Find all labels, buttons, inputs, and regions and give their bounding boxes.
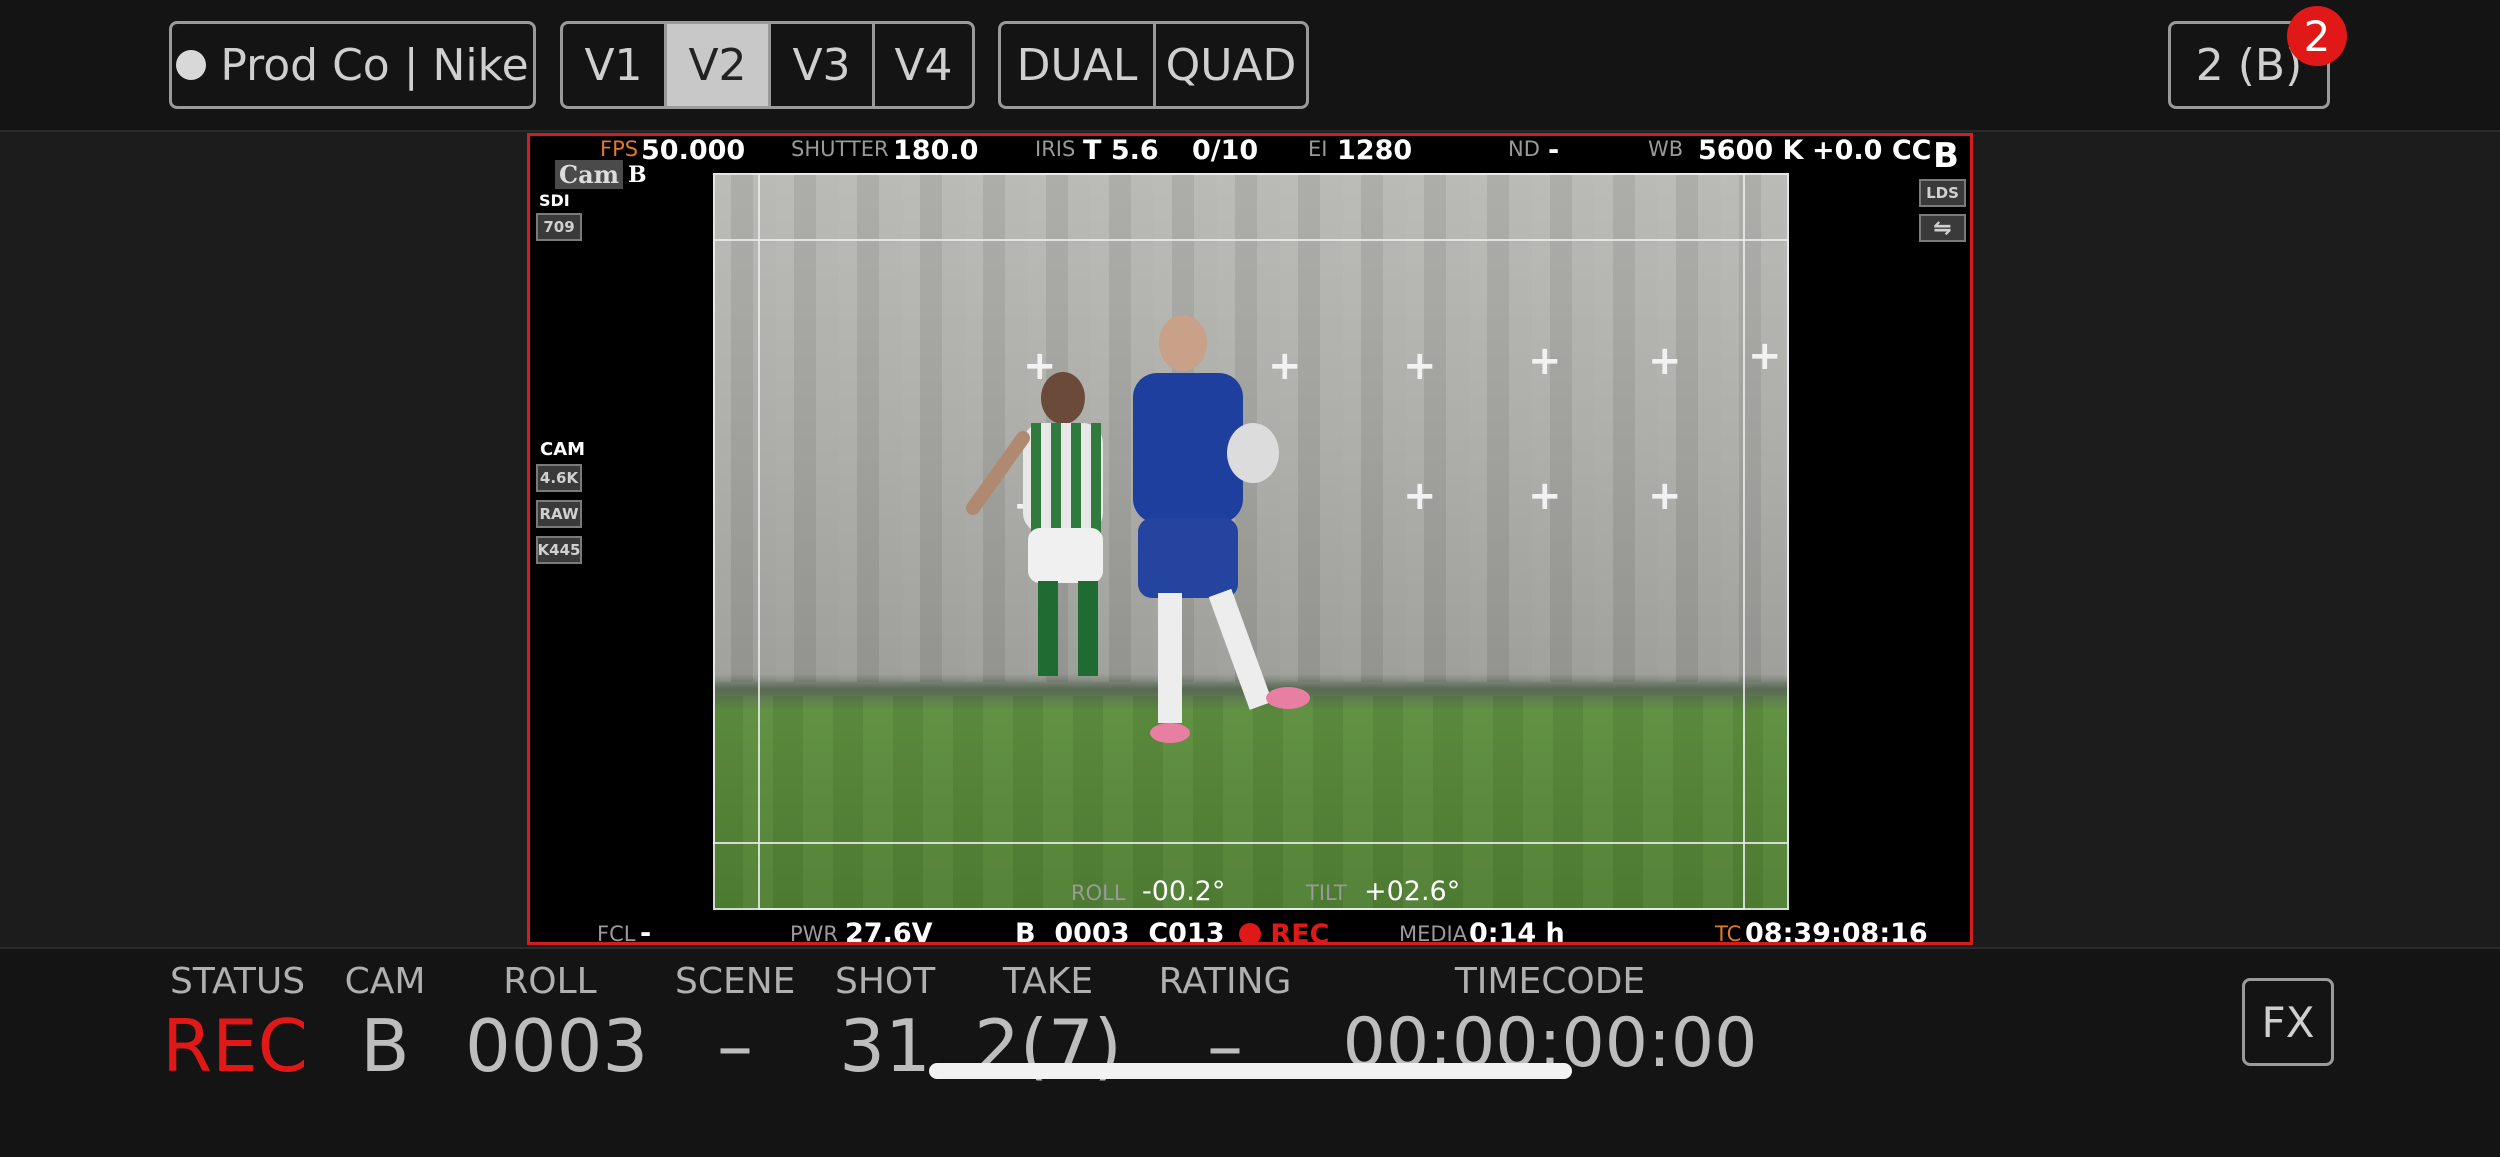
top-bar: Prod Co | Nike V1 V2 V3 V4 DUAL QUAD 2 (…: [0, 0, 2500, 132]
nd-value: -: [1548, 135, 1560, 166]
layout-dual-button[interactable]: DUAL: [1001, 24, 1156, 106]
shot-label: SHOT: [835, 961, 936, 1002]
lds-tag: LDS: [1919, 179, 1966, 207]
fps-value: 50.000: [641, 135, 746, 166]
rating-label: RATING: [1158, 961, 1292, 1002]
pwr-label: PWR: [790, 922, 839, 945]
tc-value: 08:39:08:16: [1745, 918, 1928, 945]
fx-button[interactable]: FX: [2242, 978, 2334, 1066]
roll-value: -00.2°: [1142, 876, 1226, 907]
shot-value[interactable]: 31: [835, 1004, 935, 1088]
resolution-tag: 4.6K: [536, 464, 582, 492]
fcl-value: -: [640, 918, 652, 945]
iris-label: IRIS: [1035, 137, 1076, 161]
notification-badge: 2: [2287, 6, 2347, 66]
cam-label: CAM: [540, 439, 586, 460]
clip-name: B 0003 C013: [1015, 918, 1225, 945]
cc-value: +0.0 CC: [1812, 135, 1932, 166]
slate-bar: STATUS REC CAM B ROLL 0003 SCENE – SHOT …: [0, 947, 2500, 1157]
tc-label: TC: [1715, 922, 1742, 945]
camera-monitor[interactable]: + + + + + + + + + +: [527, 133, 1973, 945]
layout-quad-button[interactable]: QUAD: [1156, 24, 1306, 106]
status-label: STATUS: [170, 961, 306, 1002]
layout-selector: DUAL QUAD: [998, 21, 1309, 109]
media-value: 0:14 h: [1469, 918, 1565, 945]
wb-label: WB: [1648, 137, 1684, 161]
media-label: MEDIA: [1399, 922, 1468, 945]
sdi-label: SDI: [539, 191, 570, 210]
fcl-label: FCL: [597, 922, 636, 945]
lds-label: LDS: [1926, 184, 1959, 202]
timecode-label: TIMECODE: [1454, 961, 1646, 1002]
take-label: TAKE: [1002, 961, 1094, 1002]
iris-value: T 5.6: [1083, 135, 1159, 166]
camera-name-box: Cam: [555, 160, 624, 189]
roll-label: ROLL: [1071, 881, 1126, 905]
fps-label: FPS: [600, 137, 639, 161]
view-v3-button[interactable]: V3: [771, 24, 875, 106]
view-selector: V1 V2 V3 V4: [560, 21, 975, 109]
camera-select-label: 2 (B): [2195, 39, 2303, 91]
usb-icon: ⇋: [1919, 214, 1966, 242]
tilt-label: TILT: [1306, 881, 1347, 905]
frame-guide-vertical: [758, 173, 1745, 910]
camera-name: Cam: [559, 160, 620, 189]
camera-name-letter: B: [628, 162, 647, 188]
cam-label: CAM: [344, 961, 426, 1002]
nd-label: ND: [1508, 137, 1540, 161]
iris-fraction: 0/10: [1192, 135, 1259, 166]
home-indicator[interactable]: [929, 1063, 1572, 1079]
rec-label: REC: [1270, 919, 1330, 945]
status-dot-icon: [176, 50, 207, 80]
tilt-value: +02.6°: [1364, 876, 1461, 907]
view-v1-button[interactable]: V1: [563, 24, 667, 106]
rec-dot-icon: [1239, 923, 1261, 942]
fx-label: FX: [2261, 997, 2315, 1047]
project-name: Prod Co | Nike: [220, 39, 529, 91]
wb-value: 5600 K: [1698, 135, 1804, 166]
camera-letter: B: [1933, 136, 1959, 176]
rec-indicator: REC: [1239, 919, 1330, 945]
roll-label: ROLL: [503, 961, 597, 1002]
camera-model-tag: K445: [536, 536, 582, 564]
view-v2-button[interactable]: V2: [667, 24, 771, 106]
status-value: REC: [162, 1004, 308, 1088]
roll-value[interactable]: 0003: [465, 1004, 648, 1088]
view-v4-button[interactable]: V4: [875, 24, 972, 106]
project-button[interactable]: Prod Co | Nike: [169, 21, 536, 109]
ei-label: EI: [1308, 137, 1328, 161]
scene-value[interactable]: –: [675, 1004, 795, 1088]
pwr-value: 27.6V: [845, 918, 933, 945]
codec-tag: RAW: [536, 500, 582, 528]
shutter-label: SHUTTER: [791, 137, 889, 161]
scene-label: SCENE: [675, 961, 796, 1002]
ei-value: 1280: [1337, 135, 1413, 166]
shutter-value: 180.0: [893, 135, 979, 166]
cam-value: B: [360, 1004, 410, 1088]
sdi-709-tag: 709: [536, 213, 582, 241]
